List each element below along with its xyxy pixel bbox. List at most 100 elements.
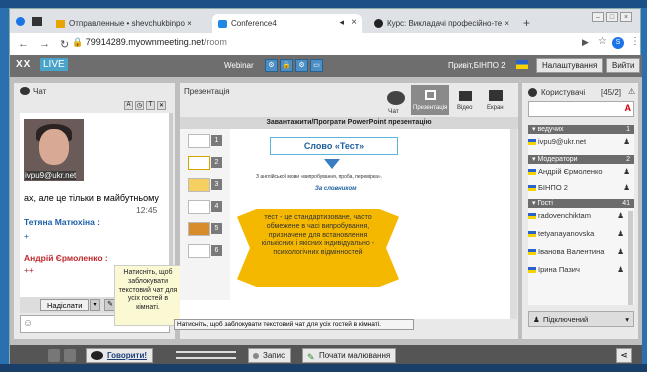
slide-thumb[interactable]	[188, 178, 210, 192]
user-name: Іванова Валентина	[538, 247, 605, 256]
user-row[interactable]: radovenchiktam ♟	[528, 211, 634, 220]
presentation-mode-label: Презентація	[413, 105, 448, 111]
camera-icon	[459, 91, 472, 101]
screen-mode-tab[interactable]: Екран	[481, 85, 511, 115]
presentation-scrollbar[interactable]	[510, 129, 517, 319]
send-button[interactable]: Надіслати	[40, 299, 90, 311]
user-name: БІНПО 2	[538, 183, 568, 192]
lock-chat-tooltip: Натисніть, щоб заблокувати текстовий чат…	[114, 265, 182, 326]
tab-bar: Отправленные • shevchukbinpo × Conferenc…	[10, 9, 640, 33]
slide-thumb[interactable]	[188, 222, 210, 236]
slide-number[interactable]: 2	[211, 157, 222, 168]
presentation-mode-tab[interactable]: Презентація	[411, 85, 449, 115]
flag-icon	[516, 60, 528, 69]
talk-label: Говорити!	[107, 351, 148, 360]
mail-icon	[56, 19, 65, 28]
arrow-down-icon	[324, 159, 340, 169]
hint-text: Натисніть, щоб заблокувати текстовий чат…	[177, 321, 381, 328]
maximize-icon[interactable]: □	[606, 12, 618, 22]
tab-mail[interactable]: Отправленные • shevchukbinpo ×	[50, 14, 210, 33]
gear-icon[interactable]: ⚙	[295, 59, 308, 72]
speaker-icon: ◂	[339, 17, 344, 27]
slide-number[interactable]: 1	[211, 135, 222, 146]
user-name: Андрій Єрмоленко	[538, 167, 603, 176]
headset-icon[interactable]	[64, 349, 76, 362]
new-tab-button[interactable]: +	[523, 16, 530, 30]
section-label: Модератори	[537, 156, 578, 163]
settings-button[interactable]: Налаштування	[536, 58, 604, 73]
slide-line1: З англійської мови «випробування, проба,…	[256, 174, 383, 180]
chat-message: ах, але це тільки в майбутньому	[24, 193, 159, 203]
close-window-icon[interactable]: ×	[620, 12, 632, 22]
url-field[interactable]: 🔒 79914289.myownmeeting.net/room	[72, 37, 227, 48]
mic-track[interactable]	[176, 357, 236, 359]
user-search[interactable]: A	[528, 101, 634, 117]
volume-sliders[interactable]	[170, 349, 238, 361]
upload-powerpoint-bar[interactable]: Завантажити/Програти PowerPoint презента…	[180, 117, 518, 129]
user-row[interactable]: tetyanayanovska ♟	[528, 229, 634, 238]
flag-icon	[528, 213, 536, 220]
users-count: [45/2]	[601, 88, 622, 97]
section-count: 1	[626, 126, 630, 133]
exit-button[interactable]: Вийти	[606, 58, 641, 73]
share-icon[interactable]: ⋖	[616, 348, 632, 363]
chat-mode-label[interactable]: Чат	[388, 108, 399, 115]
forward-icon[interactable]: →	[39, 38, 50, 50]
section-label: Гості	[537, 200, 553, 207]
clear-icon[interactable]: ✕	[157, 101, 166, 110]
lock-room-icon[interactable]: 🔒	[280, 59, 293, 72]
connected-status[interactable]: ♟ Підключений ▾	[528, 311, 634, 327]
font-icon[interactable]: A	[625, 103, 632, 113]
window-icon[interactable]: ▭	[310, 59, 323, 72]
toolbar-icons: ⚙ 🔒 ⚙ ▭	[265, 59, 323, 72]
font-icon[interactable]: A	[124, 101, 133, 110]
reload-icon[interactable]: ↻	[60, 38, 69, 51]
start-drawing-button[interactable]: ✎ Почати малювання	[302, 348, 397, 363]
dropdown-icon[interactable]: ▾	[90, 299, 100, 311]
chat-mode-icon[interactable]	[387, 91, 405, 105]
slide-thumb[interactable]	[188, 134, 210, 148]
smiley-icon[interactable]: ☺	[23, 318, 33, 329]
talk-button[interactable]: Говорити!	[86, 348, 154, 363]
slide-number[interactable]: 6	[211, 245, 222, 256]
users-scrollbar[interactable]	[628, 211, 633, 305]
person-icon: ♟	[617, 229, 624, 238]
flag-icon	[528, 267, 536, 274]
text-size-icon[interactable]: T	[146, 101, 155, 110]
chat-icon	[20, 87, 30, 95]
slide-number[interactable]: 5	[211, 223, 222, 234]
tab-course[interactable]: Курс: Викладачі професійно-те ×	[368, 14, 518, 33]
user-row[interactable]: Ірина Пазич ♟	[528, 265, 634, 274]
person-icon: ♟	[623, 137, 630, 146]
volume-track[interactable]	[176, 351, 236, 353]
user-row[interactable]: Андрій Єрмоленко ♟	[528, 167, 634, 176]
profile-avatar[interactable]: S	[612, 37, 624, 49]
mic-icon[interactable]	[48, 349, 60, 362]
person-icon: ♟	[533, 315, 540, 324]
back-icon[interactable]: ←	[18, 38, 29, 50]
extension-icon[interactable]: ▶	[582, 37, 589, 48]
star-icon[interactable]: ☆	[598, 36, 607, 47]
close-icon[interactable]: ×	[351, 17, 357, 28]
slide-thumb[interactable]	[188, 156, 210, 170]
user-row[interactable]: БІНПО 2 ♟	[528, 183, 634, 192]
settings-icon[interactable]: ⚙	[265, 59, 278, 72]
clock-icon[interactable]: ◷	[135, 101, 144, 110]
user-row[interactable]: ivpu9@ukr.net ♟	[528, 137, 634, 146]
slide-number[interactable]: 4	[211, 201, 222, 212]
menu-icon[interactable]: ⋮	[630, 36, 640, 47]
video-mode-label: Відео	[457, 105, 473, 111]
section-label: ведучих	[537, 126, 564, 133]
flag-icon	[528, 185, 536, 192]
record-button[interactable]: Запис	[248, 348, 292, 363]
slide-thumb[interactable]	[188, 244, 210, 258]
slide-number[interactable]: 3	[211, 179, 222, 190]
tab-label: Курс: Викладачі професійно-те ×	[387, 19, 510, 28]
video-mode-tab[interactable]: Відео	[451, 85, 479, 115]
user-name: radovenchiktam	[538, 211, 591, 220]
tab-conference[interactable]: Conference4 ◂ ×	[212, 14, 362, 33]
slide-thumb[interactable]	[188, 200, 210, 214]
user-row[interactable]: Іванова Валентина ♟	[528, 247, 634, 256]
app-logo: XX	[16, 59, 32, 70]
minimize-icon[interactable]: –	[592, 12, 604, 22]
